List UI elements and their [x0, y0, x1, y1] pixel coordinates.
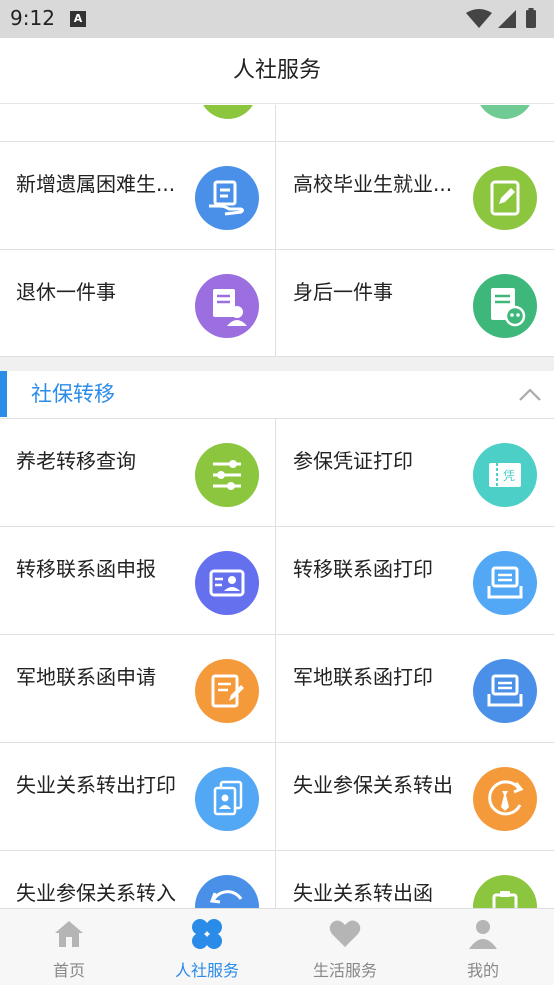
status-bar: 9:12 A [0, 0, 554, 38]
service-row: 转移联系函申报 转移联系函打印 [0, 527, 554, 635]
signal-icon [498, 10, 516, 28]
service-item[interactable]: 参保凭证打印 凭 [277, 419, 553, 526]
status-time: 9:12 [10, 6, 55, 30]
bottom-nav: 首页 人社服务 生活服务 我的 [0, 908, 554, 985]
service-item[interactable]: 转移联系函打印 [277, 527, 553, 634]
page-title: 人社服务 [232, 58, 321, 83]
service-label: 退休一件事 [16, 280, 116, 304]
service-row: 新增遗属困难生... 高校毕业生就业... [0, 142, 554, 250]
service-item[interactable]: 失业参保关系转出 [277, 743, 553, 850]
sliders-icon [195, 443, 259, 507]
service-label: 转移联系函申报 [16, 557, 156, 581]
service-label: 高校毕业生就业... [293, 172, 453, 196]
service-row: 军地联系函申请 军地联系函打印 [0, 635, 554, 743]
service-list[interactable]: 新增遗属困难生... 高校毕业生就业... 退休一件事 身后一件事 社保转移 养… [0, 105, 554, 908]
retiree-document-icon [195, 274, 259, 338]
service-item[interactable]: 军地联系函申请 [0, 635, 276, 742]
service-row: 退休一件事 身后一件事 [0, 250, 554, 357]
home-icon [55, 921, 83, 947]
service-label: 新增遗属困难生... [16, 172, 176, 196]
nav-label-home: 首页 [52, 961, 85, 980]
nav-label-life: 生活服务 [312, 961, 377, 980]
service-icon-partial [203, 105, 253, 119]
nav-item-mine[interactable]: 我的 [414, 909, 552, 985]
notebook-edit-icon [473, 166, 537, 230]
service-item[interactable]: 转移联系函申报 [0, 527, 276, 634]
service-item[interactable]: 养老转移查询 [0, 419, 276, 526]
hand-document-icon [195, 166, 259, 230]
chevron-up-icon[interactable] [518, 383, 542, 407]
form-edit-icon [195, 659, 259, 723]
heart-icon [329, 920, 361, 947]
service-row: 失业参保关系转入 失业关系转出函 [0, 851, 554, 908]
voucher-icon: 凭 [473, 443, 537, 507]
service-label: 身后一件事 [293, 280, 393, 304]
service-item-partial-left[interactable] [0, 105, 276, 141]
service-row-partial [0, 105, 554, 142]
service-label: 失业参保关系转出 [293, 773, 453, 797]
service-label: 军地联系函申请 [16, 665, 156, 689]
section-header-transfer[interactable]: 社保转移 [0, 371, 554, 419]
tie-transfer-icon [473, 767, 537, 831]
clover-icon [192, 919, 222, 949]
service-item-partial-right[interactable] [277, 105, 553, 141]
wifi-icon [466, 9, 492, 28]
service-label: 失业参保关系转入 [16, 881, 176, 905]
battery-icon [526, 10, 536, 28]
service-row: 养老转移查询 参保凭证打印 凭 [0, 419, 554, 527]
service-item[interactable]: 高校毕业生就业... [277, 142, 553, 249]
status-icons [466, 8, 536, 28]
id-card-icon [195, 551, 259, 615]
nav-label-mine: 我的 [466, 961, 499, 980]
service-label: 军地联系函打印 [293, 665, 433, 689]
service-label: 养老转移查询 [16, 449, 136, 473]
header: 人社服务 [0, 38, 554, 104]
person-icon [469, 920, 497, 949]
service-label: 转移联系函打印 [293, 557, 433, 581]
section-title: 社保转移 [31, 382, 115, 406]
service-icon-partial [480, 105, 530, 119]
voucher-badge-text: 凭 [503, 468, 515, 483]
nav-item-home[interactable]: 首页 [0, 909, 138, 985]
service-item[interactable]: 失业关系转出打印 [0, 743, 276, 850]
clipboard-icon [473, 875, 537, 908]
service-item[interactable]: 失业参保关系转入 [0, 851, 276, 908]
nav-item-services[interactable]: 人社服务 [138, 909, 276, 985]
service-item[interactable]: 失业关系转出函 [277, 851, 553, 908]
nav-item-life[interactable]: 生活服务 [276, 909, 414, 985]
section-accent-bar [0, 371, 7, 417]
section-divider [0, 357, 554, 371]
service-label: 参保凭证打印 [293, 449, 413, 473]
notification-icon: A [70, 11, 86, 27]
documents-stack-icon [195, 767, 259, 831]
transfer-in-icon [195, 875, 259, 908]
service-label: 失业关系转出函 [293, 881, 433, 905]
service-label: 失业关系转出打印 [16, 773, 176, 797]
printer-icon [473, 551, 537, 615]
nav-label-services: 人社服务 [174, 961, 239, 980]
service-item[interactable]: 退休一件事 [0, 250, 276, 356]
printer-icon [473, 659, 537, 723]
service-item[interactable]: 新增遗属困难生... [0, 142, 276, 249]
service-row: 失业关系转出打印 失业参保关系转出 [0, 743, 554, 851]
document-skull-icon [473, 274, 537, 338]
service-item[interactable]: 身后一件事 [277, 250, 553, 356]
service-item[interactable]: 军地联系函打印 [277, 635, 553, 742]
